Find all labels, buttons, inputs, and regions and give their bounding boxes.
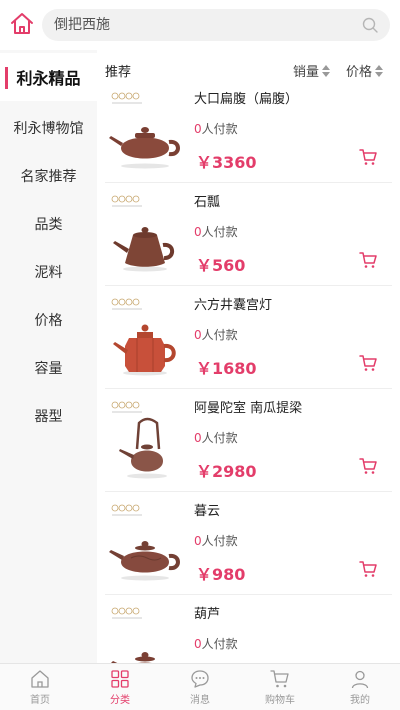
sidebar-item-liyong-museum[interactable]: 利永博物馆 [0, 104, 97, 152]
product-name: 大口扁腹（扁腹） [194, 92, 299, 107]
payment-count: 0人付款 [194, 120, 238, 137]
sort-sales-label: 销量 [293, 65, 320, 80]
product-card[interactable]: 葫芦 0人付款 [97, 595, 400, 663]
product-price: ￥1680 [196, 359, 257, 378]
payment-count-suffix: 人付款 [201, 328, 238, 342]
product-card[interactable]: 暮云 0人付款 ￥980 [97, 492, 400, 595]
sidebar-item-label: 价格 [34, 313, 63, 329]
product-name: 葫芦 [194, 607, 221, 622]
product-name: 阿曼陀室 南瓜提梁 [194, 401, 303, 416]
product-name: 六方井囊宫灯 [194, 298, 273, 313]
add-to-cart-icon[interactable] [359, 560, 377, 578]
payment-count: 0人付款 [194, 635, 238, 652]
search-bar[interactable] [42, 9, 390, 41]
payment-count: 0人付款 [194, 326, 238, 343]
sort-by-sales[interactable]: 销量 [293, 61, 331, 80]
product-list: 大口扁腹（扁腹） 0人付款 ￥3360 石瓢 0人付款 ￥560 六方井囊宫灯 … [97, 80, 400, 663]
payment-count: 0人付款 [194, 223, 238, 240]
sidebar-item-label: 容量 [34, 361, 63, 377]
payment-count: 0人付款 [194, 429, 238, 446]
sort-arrows-icon [322, 64, 331, 77]
tab-label: 首页 [30, 694, 50, 706]
tab-label: 分类 [110, 694, 130, 706]
sidebar-item-label: 名家推荐 [20, 169, 77, 185]
payment-count-number: 0 [194, 431, 202, 445]
product-name: 石瓢 [194, 195, 221, 210]
tab-cart[interactable]: 购物车 [240, 664, 320, 710]
teapot-image [113, 227, 175, 272]
add-to-cart-icon[interactable] [359, 354, 377, 372]
user-icon [351, 670, 369, 688]
payment-count-number: 0 [194, 122, 202, 136]
payment-count-suffix: 人付款 [201, 637, 238, 651]
sidebar-item-label: 泥料 [34, 265, 63, 281]
product-card[interactable]: 大口扁腹（扁腹） 0人付款 ￥3360 [97, 80, 400, 183]
cart-icon [270, 669, 289, 687]
sidebar-item-label: 利永精品 [16, 69, 81, 88]
sort-by-price[interactable]: 价格 [346, 61, 384, 80]
sidebar-item-label: 器型 [34, 409, 63, 425]
payment-count-number: 0 [194, 637, 202, 651]
category-icon [111, 669, 129, 688]
product-card[interactable]: 六方井囊宫灯 0人付款 ￥1680 [97, 286, 400, 389]
category-sidebar: 利永精品 利永博物馆 名家推荐 品类 泥料 价格 容量 器型 [0, 50, 97, 663]
product-price: ￥2980 [196, 462, 257, 481]
sidebar-item-label: 品类 [34, 217, 63, 233]
search-input[interactable] [54, 9, 354, 41]
brand-logo-icon [111, 92, 142, 104]
tab-label: 购物车 [265, 694, 295, 706]
tab-label: 我的 [350, 694, 370, 706]
brand-logo-icon [111, 298, 142, 310]
sidebar-item-capacity[interactable]: 容量 [0, 344, 97, 392]
add-to-cart-icon[interactable] [359, 251, 377, 269]
brand-logo-icon [111, 195, 142, 207]
teapot-image [109, 127, 180, 169]
teapot-image [109, 541, 180, 581]
tab-messages[interactable]: 消息 [160, 664, 240, 710]
sidebar-item-liyong-boutique[interactable]: 利永精品 [0, 53, 97, 101]
payment-count-number: 0 [194, 225, 202, 239]
product-price: ￥980 [196, 565, 246, 584]
teapot-image [111, 652, 155, 663]
payment-count-suffix: 人付款 [201, 431, 238, 445]
payment-count-suffix: 人付款 [201, 122, 238, 136]
product-price: ￥3360 [196, 153, 257, 172]
home-icon [31, 669, 49, 688]
sort-price-label: 价格 [346, 65, 373, 80]
product-price: ￥560 [196, 256, 246, 275]
message-icon [191, 669, 209, 688]
sidebar-item-price[interactable]: 价格 [0, 296, 97, 344]
tab-label: 消息 [190, 694, 210, 706]
sort-arrows-icon [375, 64, 384, 77]
sidebar-item-famous-artists[interactable]: 名家推荐 [0, 152, 97, 200]
home-icon [11, 13, 33, 34]
sidebar-item-category[interactable]: 品类 [0, 200, 97, 248]
payment-count-number: 0 [194, 328, 202, 342]
teapot-image [113, 324, 176, 376]
tab-profile[interactable]: 我的 [320, 664, 400, 710]
tab-home[interactable]: 首页 [0, 664, 80, 710]
brand-logo-icon [111, 607, 142, 619]
search-icon[interactable] [362, 17, 378, 33]
add-to-cart-icon[interactable] [359, 148, 377, 166]
payment-count-number: 0 [194, 534, 202, 548]
bottom-tab-bar: 首页 分类 消息 购物车 我的 [0, 663, 400, 710]
sidebar-item-label: 利永博物馆 [13, 121, 84, 137]
payment-count: 0人付款 [194, 532, 238, 549]
tab-category[interactable]: 分类 [80, 664, 160, 710]
product-card[interactable]: 阿曼陀室 南瓜提梁 0人付款 ￥2980 [97, 389, 400, 492]
sidebar-item-shape[interactable]: 器型 [0, 392, 97, 440]
recommend-label[interactable]: 推荐 [105, 61, 131, 80]
brand-logo-icon [111, 401, 142, 413]
sidebar-item-clay[interactable]: 泥料 [0, 248, 97, 296]
product-card[interactable]: 石瓢 0人付款 ￥560 [97, 183, 400, 286]
add-to-cart-icon[interactable] [359, 457, 377, 475]
brand-logo-icon [111, 504, 142, 516]
home-button[interactable] [9, 11, 35, 37]
teapot-image [119, 417, 167, 479]
top-bar [0, 0, 400, 50]
payment-count-suffix: 人付款 [201, 225, 238, 239]
payment-count-suffix: 人付款 [201, 534, 238, 548]
product-name: 暮云 [194, 504, 221, 519]
